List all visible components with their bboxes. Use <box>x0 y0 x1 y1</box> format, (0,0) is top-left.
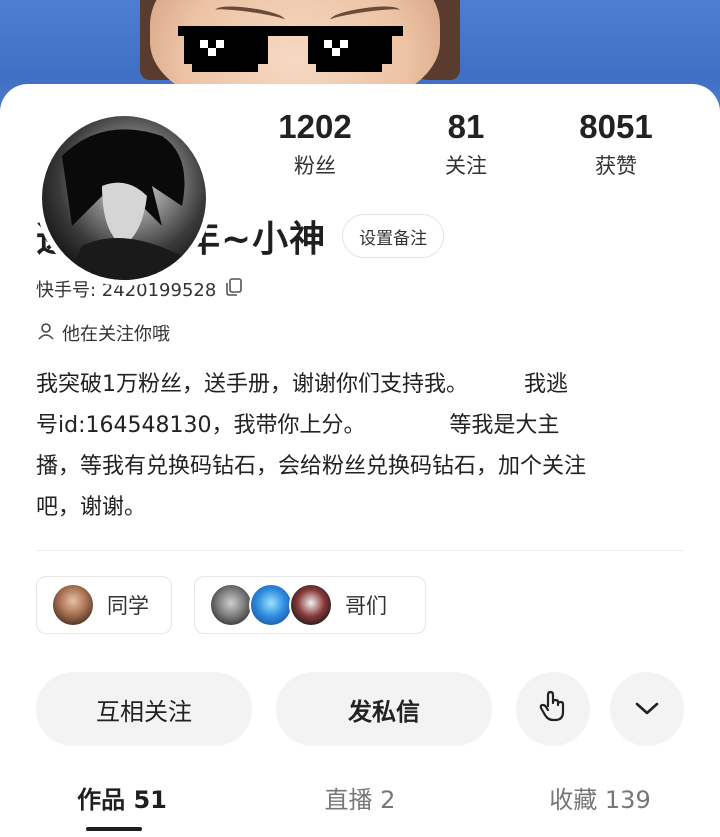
following-label: 关注 <box>445 154 487 178</box>
tab-works[interactable]: 作品 51 <box>72 780 172 815</box>
group-label: 哥们 <box>345 594 387 618</box>
more-options-button[interactable] <box>610 672 684 746</box>
tab-live[interactable]: 直播 2 <box>310 780 410 815</box>
avatar <box>51 583 95 627</box>
copy-icon[interactable] <box>224 277 244 302</box>
avatar-image <box>42 116 206 280</box>
group-chip-buddies[interactable]: 哥们 <box>194 576 426 634</box>
pixel-sunglasses-icon <box>178 26 403 72</box>
avatar <box>289 583 333 627</box>
avatar <box>249 583 293 627</box>
group-label: 同学 <box>107 594 149 618</box>
section-divider <box>36 550 684 551</box>
person-icon <box>36 321 56 346</box>
followers-label: 粉丝 <box>294 154 336 178</box>
set-remark-button[interactable]: 设置备注 <box>342 214 445 258</box>
stat-following[interactable]: 81 关注 <box>396 108 536 180</box>
mutual-follow-button[interactable]: 互相关注 <box>36 672 252 746</box>
gesture-button[interactable] <box>516 672 590 746</box>
stat-followers[interactable]: 1202 粉丝 <box>245 108 385 180</box>
avatar <box>209 583 253 627</box>
stat-likes[interactable]: 8051 获赞 <box>546 108 686 180</box>
group-chip-classmates[interactable]: 同学 <box>36 576 172 634</box>
profile-bio: 我突破1万粉丝，送手册，谢谢你们支持我。 我逃 号id:164548130，我带… <box>36 372 587 520</box>
follows-you-row: 他在关注你哦 <box>36 320 170 346</box>
following-count: 81 <box>447 108 485 145</box>
follows-you-text: 他在关注你哦 <box>62 324 170 345</box>
profile-avatar[interactable] <box>36 110 212 286</box>
send-message-button[interactable]: 发私信 <box>276 672 492 746</box>
likes-count: 8051 <box>579 108 653 145</box>
active-tab-indicator <box>86 827 142 831</box>
likes-label: 获赞 <box>595 154 637 178</box>
followers-count: 1202 <box>278 108 352 145</box>
tab-favorites[interactable]: 收藏 139 <box>540 780 660 815</box>
hand-tap-icon <box>538 690 568 728</box>
chevron-down-icon <box>634 695 660 723</box>
